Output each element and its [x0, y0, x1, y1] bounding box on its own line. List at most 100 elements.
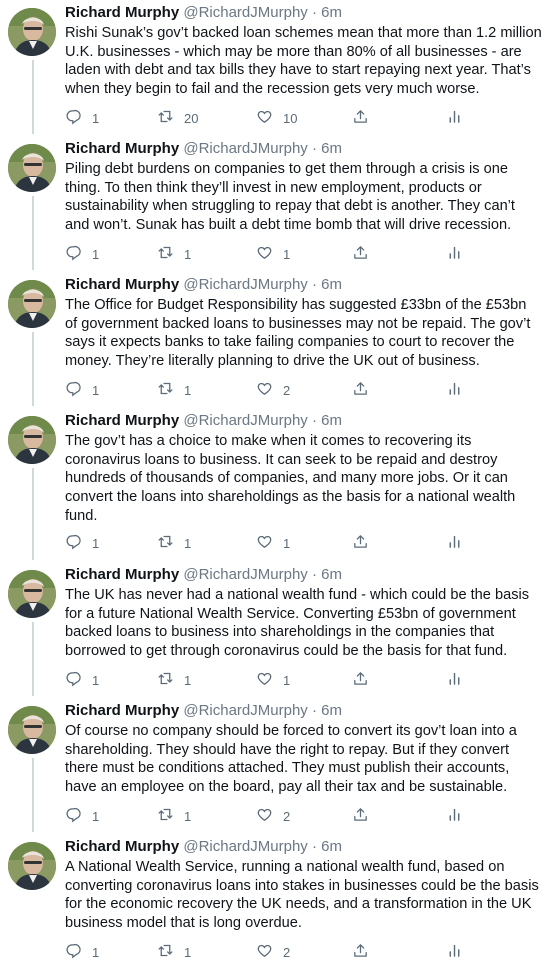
like-button[interactable]: 1	[256, 670, 290, 690]
author-name[interactable]: Richard Murphy	[65, 702, 179, 719]
reply-button[interactable]: 1	[65, 108, 99, 128]
avatar[interactable]	[8, 416, 56, 464]
tweet-text-line: thing. To then think they’ll invest in n…	[65, 179, 482, 196]
avatar[interactable]	[8, 570, 56, 618]
tweet-timestamp[interactable]: 6m	[321, 276, 342, 293]
author-handle[interactable]: @RichardJMurphy	[183, 838, 307, 855]
author-handle[interactable]: @RichardJMurphy	[183, 276, 307, 293]
reply-button[interactable]: 1	[65, 670, 99, 690]
dot-separator: ·	[311, 140, 317, 157]
tweet-actions: 1 1 1	[65, 533, 543, 553]
retweet-button[interactable]: 1	[157, 806, 191, 826]
author-handle[interactable]: @RichardJMurphy	[183, 566, 307, 583]
reply-button[interactable]: 1	[65, 942, 99, 962]
like-count: 2	[283, 944, 291, 960]
avatar[interactable]	[8, 144, 56, 192]
share-icon	[352, 244, 369, 264]
author-name[interactable]: Richard Murphy	[65, 4, 179, 21]
analytics-icon	[446, 380, 463, 400]
retweet-button[interactable]: 1	[157, 244, 191, 264]
heart-icon	[256, 533, 273, 553]
tweet-text-line: convert the loans into shareholdings as …	[65, 489, 516, 506]
tweet-timestamp[interactable]: 6m	[321, 140, 342, 157]
tweet-text-line: backed loans to business into shareholdi…	[65, 624, 495, 641]
retweet-count: 1	[184, 944, 192, 960]
analytics-button[interactable]	[446, 533, 463, 553]
tweet-header: Richard Murphy @RichardJMurphy · 6m	[65, 836, 543, 858]
heart-icon	[256, 806, 273, 826]
tweet-timestamp[interactable]: 6m	[321, 4, 342, 21]
like-count: 1	[283, 672, 291, 688]
author-name[interactable]: Richard Murphy	[65, 276, 179, 293]
like-button[interactable]: 10	[256, 108, 297, 128]
author-name[interactable]: Richard Murphy	[65, 140, 179, 157]
reply-button[interactable]: 1	[65, 533, 99, 553]
author-handle[interactable]: @RichardJMurphy	[183, 412, 307, 429]
share-button[interactable]	[352, 108, 369, 128]
reply-icon	[65, 244, 82, 264]
retweet-button[interactable]: 20	[157, 108, 198, 128]
like-button[interactable]: 2	[256, 380, 290, 400]
share-button[interactable]	[352, 380, 369, 400]
dot-separator: ·	[311, 4, 317, 21]
tweet-content: Richard Murphy @RichardJMurphy · 6m Of c…	[65, 700, 543, 824]
thread-connector-line	[32, 60, 34, 134]
tweet-timestamp[interactable]: 6m	[321, 702, 342, 719]
tweet-text: A National Wealth Service, running a nat…	[65, 858, 543, 933]
tweet-actions: 1 20 10	[65, 108, 543, 128]
analytics-button[interactable]	[446, 108, 463, 128]
like-count: 1	[283, 535, 291, 551]
retweet-button[interactable]: 1	[157, 533, 191, 553]
tweet-text-line: there must be conditions attached. They …	[65, 760, 510, 777]
avatar[interactable]	[8, 706, 56, 754]
share-button[interactable]	[352, 670, 369, 690]
avatar[interactable]	[8, 842, 56, 890]
tweet-header: Richard Murphy @RichardJMurphy · 6m	[65, 138, 543, 160]
retweet-button[interactable]: 1	[157, 670, 191, 690]
tweet-timestamp[interactable]: 6m	[321, 412, 342, 429]
tweet-timestamp[interactable]: 6m	[321, 566, 342, 583]
tweet-text-line: money. They’re literally planning to dri…	[65, 353, 480, 370]
like-button[interactable]: 2	[256, 806, 290, 826]
avatar[interactable]	[8, 280, 56, 328]
retweet-count: 1	[184, 672, 192, 688]
retweet-button[interactable]: 1	[157, 942, 191, 962]
like-button[interactable]: 1	[256, 533, 290, 553]
tweet-timestamp[interactable]: 6m	[321, 838, 342, 855]
reply-count: 1	[92, 944, 100, 960]
like-button[interactable]: 1	[256, 244, 290, 264]
tweet-content: Richard Murphy @RichardJMurphy · 6m The …	[65, 564, 543, 688]
retweet-count: 1	[184, 535, 192, 551]
author-handle[interactable]: @RichardJMurphy	[183, 702, 307, 719]
share-button[interactable]	[352, 244, 369, 264]
tweet-text: Piling debt burdens on companies to get …	[65, 160, 543, 235]
retweet-icon	[157, 806, 174, 826]
author-handle[interactable]: @RichardJMurphy	[183, 140, 307, 157]
author-handle[interactable]: @RichardJMurphy	[183, 4, 307, 21]
tweet-header: Richard Murphy @RichardJMurphy · 6m	[65, 2, 543, 24]
like-button[interactable]: 2	[256, 942, 290, 962]
avatar[interactable]	[8, 8, 56, 56]
share-button[interactable]	[352, 806, 369, 826]
share-button[interactable]	[352, 533, 369, 553]
analytics-button[interactable]	[446, 380, 463, 400]
reply-icon	[65, 670, 82, 690]
reply-count: 1	[92, 672, 100, 688]
author-name[interactable]: Richard Murphy	[65, 838, 179, 855]
analytics-button[interactable]	[446, 942, 463, 962]
analytics-button[interactable]	[446, 244, 463, 264]
tweet-actions: 1 1 2	[65, 942, 543, 962]
tweet-text: Rishi Sunak’s gov’t backed loan schemes …	[65, 24, 543, 99]
reply-icon	[65, 380, 82, 400]
tweet-content: Richard Murphy @RichardJMurphy · 6m The …	[65, 410, 543, 551]
share-button[interactable]	[352, 942, 369, 962]
author-name[interactable]: Richard Murphy	[65, 412, 179, 429]
reply-button[interactable]: 1	[65, 244, 99, 264]
retweet-button[interactable]: 1	[157, 380, 191, 400]
analytics-button[interactable]	[446, 670, 463, 690]
author-name[interactable]: Richard Murphy	[65, 566, 179, 583]
reply-button[interactable]: 1	[65, 806, 99, 826]
analytics-button[interactable]	[446, 806, 463, 826]
retweet-icon	[157, 244, 174, 264]
reply-button[interactable]: 1	[65, 380, 99, 400]
